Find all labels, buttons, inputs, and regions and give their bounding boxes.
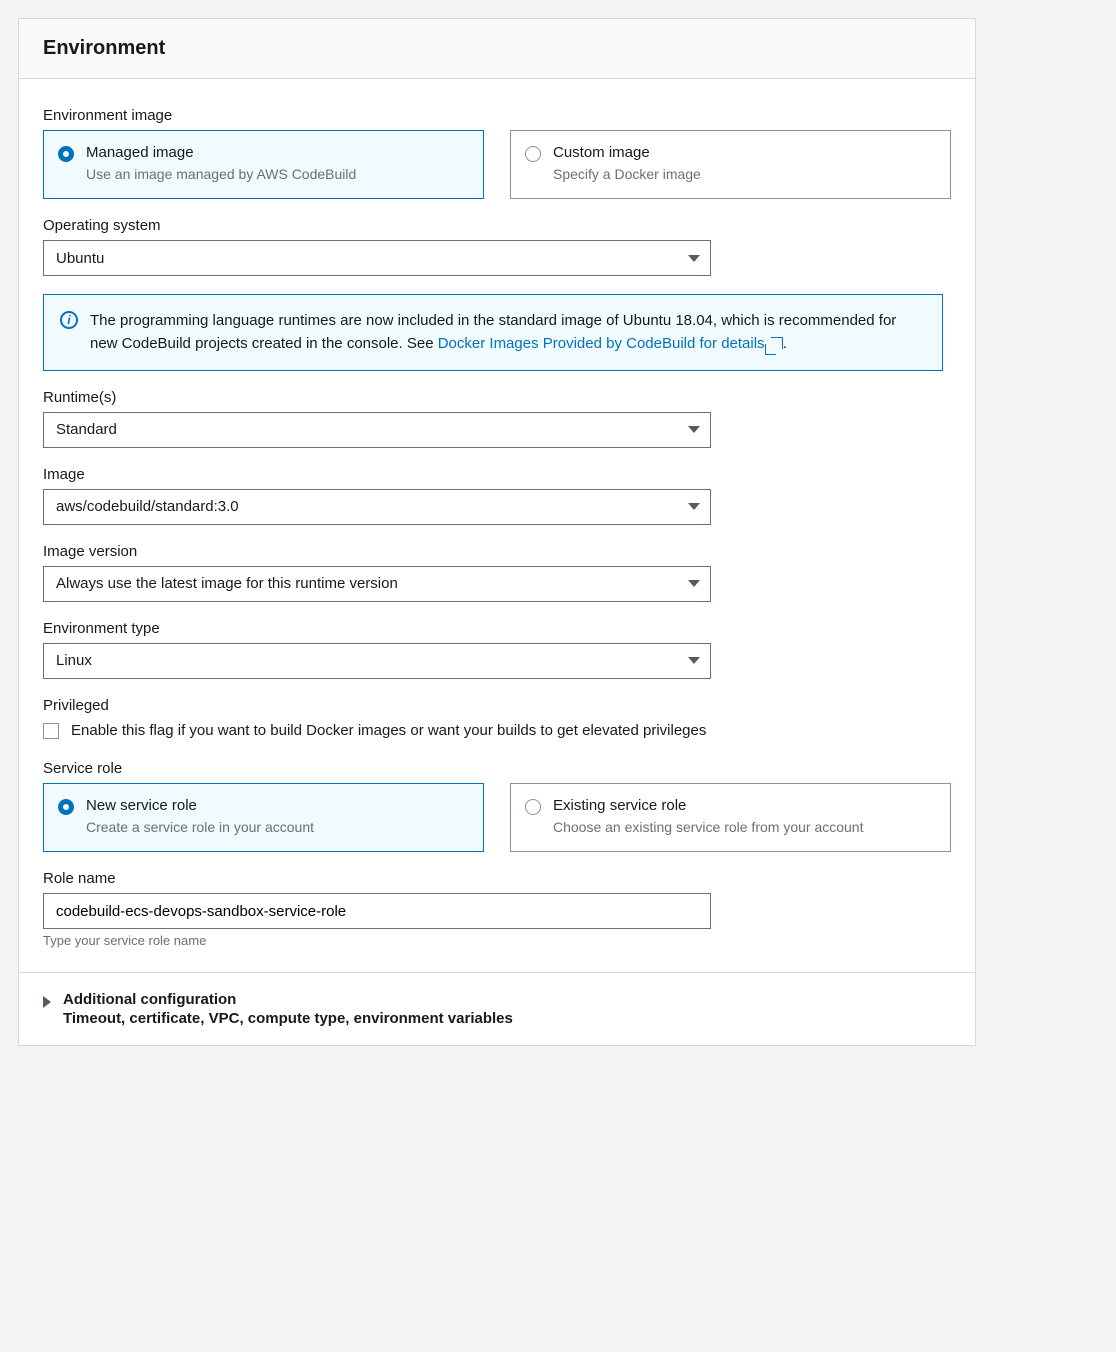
tile-desc: Choose an existing service role from you… — [553, 818, 863, 838]
role-name-helper: Type your service role name — [43, 933, 951, 948]
info-link-text: Docker Images Provided by CodeBuild for … — [438, 335, 765, 352]
os-dropdown[interactable]: Ubuntu — [43, 240, 711, 276]
tile-title: Existing service role — [553, 796, 863, 816]
runtime-dropdown[interactable]: Standard — [43, 412, 711, 448]
dropdown-value: Ubuntu — [56, 250, 104, 267]
service-role-label: Service role — [43, 760, 951, 777]
runtime-label: Runtime(s) — [43, 389, 951, 406]
external-link-icon — [771, 337, 783, 349]
tile-desc: Use an image managed by AWS CodeBuild — [86, 165, 356, 185]
privileged-checkbox-row: Enable this flag if you want to build Do… — [43, 720, 951, 743]
dropdown-value: Always use the latest image for this run… — [56, 575, 398, 592]
role-name-input[interactable] — [43, 893, 711, 929]
additional-config-desc: Timeout, certificate, VPC, compute type,… — [63, 1010, 513, 1027]
chevron-down-icon — [688, 657, 700, 664]
role-name-label: Role name — [43, 870, 951, 887]
caret-right-icon — [43, 996, 51, 1008]
dropdown-value: aws/codebuild/standard:3.0 — [56, 498, 239, 515]
service-role-tiles: New service role Create a service role i… — [43, 783, 951, 852]
privileged-label: Privileged — [43, 697, 951, 714]
env-type-dropdown[interactable]: Linux — [43, 643, 711, 679]
tile-managed-image[interactable]: Managed image Use an image managed by AW… — [43, 130, 484, 199]
os-label: Operating system — [43, 217, 951, 234]
tile-desc: Create a service role in your account — [86, 818, 314, 838]
chevron-down-icon — [688, 426, 700, 433]
info-period: . — [783, 335, 787, 352]
radio-icon — [525, 799, 541, 815]
tile-title: Managed image — [86, 143, 356, 163]
chevron-down-icon — [688, 580, 700, 587]
tile-desc: Specify a Docker image — [553, 165, 701, 185]
image-dropdown[interactable]: aws/codebuild/standard:3.0 — [43, 489, 711, 525]
tile-custom-image[interactable]: Custom image Specify a Docker image — [510, 130, 951, 199]
tile-title: New service role — [86, 796, 314, 816]
image-label: Image — [43, 466, 951, 483]
env-image-label: Environment image — [43, 107, 951, 124]
privileged-checkbox[interactable] — [43, 723, 59, 739]
image-version-dropdown[interactable]: Always use the latest image for this run… — [43, 566, 711, 602]
privileged-text: Enable this flag if you want to build Do… — [71, 720, 706, 743]
chevron-down-icon — [688, 503, 700, 510]
radio-icon — [58, 799, 74, 815]
dropdown-value: Standard — [56, 421, 117, 438]
dropdown-value: Linux — [56, 652, 92, 669]
tile-new-service-role[interactable]: New service role Create a service role i… — [43, 783, 484, 852]
additional-config-title: Additional configuration — [63, 991, 513, 1008]
info-alert: i The programming language runtimes are … — [43, 294, 943, 371]
environment-panel: Environment Environment image Managed im… — [18, 18, 976, 1046]
info-text: The programming language runtimes are no… — [90, 309, 926, 356]
additional-config-toggle[interactable]: Additional configuration Timeout, certif… — [43, 991, 951, 1027]
additional-config-section: Additional configuration Timeout, certif… — [19, 972, 975, 1045]
env-image-tiles: Managed image Use an image managed by AW… — [43, 130, 951, 199]
tile-existing-service-role[interactable]: Existing service role Choose an existing… — [510, 783, 951, 852]
image-version-label: Image version — [43, 543, 951, 560]
info-link[interactable]: Docker Images Provided by CodeBuild for … — [438, 335, 783, 352]
radio-icon — [58, 146, 74, 162]
chevron-down-icon — [688, 255, 700, 262]
panel-title: Environment — [19, 19, 975, 79]
tile-title: Custom image — [553, 143, 701, 163]
info-icon: i — [60, 311, 78, 329]
radio-icon — [525, 146, 541, 162]
panel-body: Environment image Managed image Use an i… — [19, 79, 975, 972]
env-type-label: Environment type — [43, 620, 951, 637]
